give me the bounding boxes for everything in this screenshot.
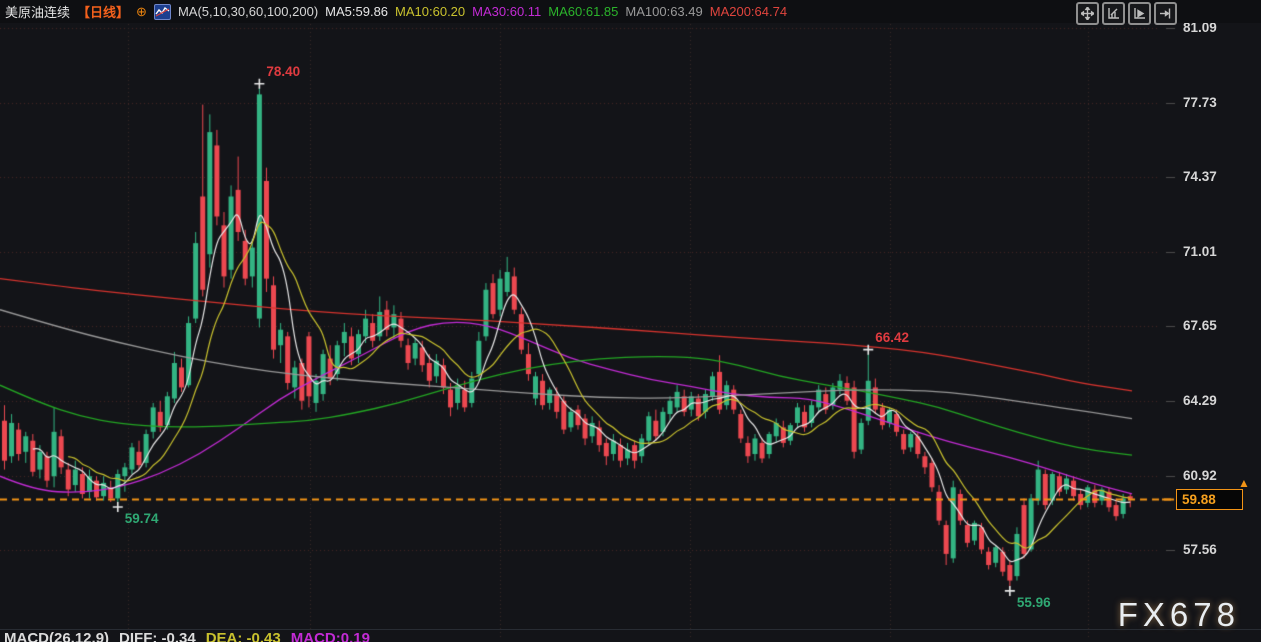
chart-toolbar xyxy=(1076,2,1177,25)
scale-axis-icon[interactable] xyxy=(1102,2,1125,25)
up-arrow-icon: ▲ xyxy=(1238,476,1250,490)
price-axis-label: 64.29 xyxy=(1183,393,1217,408)
pan-move-icon[interactable] xyxy=(1076,2,1099,25)
price-axis-label: 74.37 xyxy=(1183,169,1217,184)
swing-high-label: 66.42 xyxy=(875,330,909,345)
ma200-value: MA200:64.74 xyxy=(710,4,787,19)
swing-low-label: 59.74 xyxy=(125,511,159,526)
swing-high-label: 78.40 xyxy=(266,64,300,79)
ma5-value: MA5:59.86 xyxy=(325,4,388,19)
macd-param-label: MACD(26,12,9) xyxy=(4,630,109,642)
ma100-value: MA100:63.49 xyxy=(625,4,702,19)
chart-window: 美原油连续 【日线】 ⊕ MA(5,10,30,60,100,200) MA5:… xyxy=(0,0,1261,642)
chart-style-icon[interactable] xyxy=(154,4,171,20)
swing-low-label: 55.96 xyxy=(1017,595,1051,610)
ma-params-label: MA(5,10,30,60,100,200) xyxy=(178,4,318,19)
period-label[interactable]: 【日线】 xyxy=(77,2,129,21)
candlestick-chart[interactable] xyxy=(0,0,1261,642)
macd-macd-value: MACD:0.19 xyxy=(291,630,370,642)
go-to-latest-icon[interactable] xyxy=(1154,2,1177,25)
ma30-value: MA30:60.11 xyxy=(472,4,541,19)
ma10-value: MA10:60.20 xyxy=(395,4,465,19)
macd-status-row: MACD(26,12,9) DIFF: -0.34 DEA: -0.43 MAC… xyxy=(4,630,370,642)
last-price-tag: 59.88 xyxy=(1176,489,1243,510)
price-axis-label: 77.73 xyxy=(1183,95,1217,110)
price-axis-label: 57.56 xyxy=(1183,542,1217,557)
chart-header: 美原油连续 【日线】 ⊕ MA(5,10,30,60,100,200) MA5:… xyxy=(0,0,1261,23)
macd-diff-value: DIFF: -0.34 xyxy=(119,630,196,642)
price-axis-label: 71.01 xyxy=(1183,244,1217,259)
price-axis-label: 60.92 xyxy=(1183,468,1217,483)
price-axis-label: 67.65 xyxy=(1183,318,1217,333)
symbol-name: 美原油连续 xyxy=(5,2,70,21)
add-indicator-icon[interactable]: ⊕ xyxy=(136,5,147,19)
macd-dea-value: DEA: -0.43 xyxy=(206,630,281,642)
ma60-value: MA60:61.85 xyxy=(548,4,618,19)
auto-scroll-icon[interactable] xyxy=(1128,2,1151,25)
